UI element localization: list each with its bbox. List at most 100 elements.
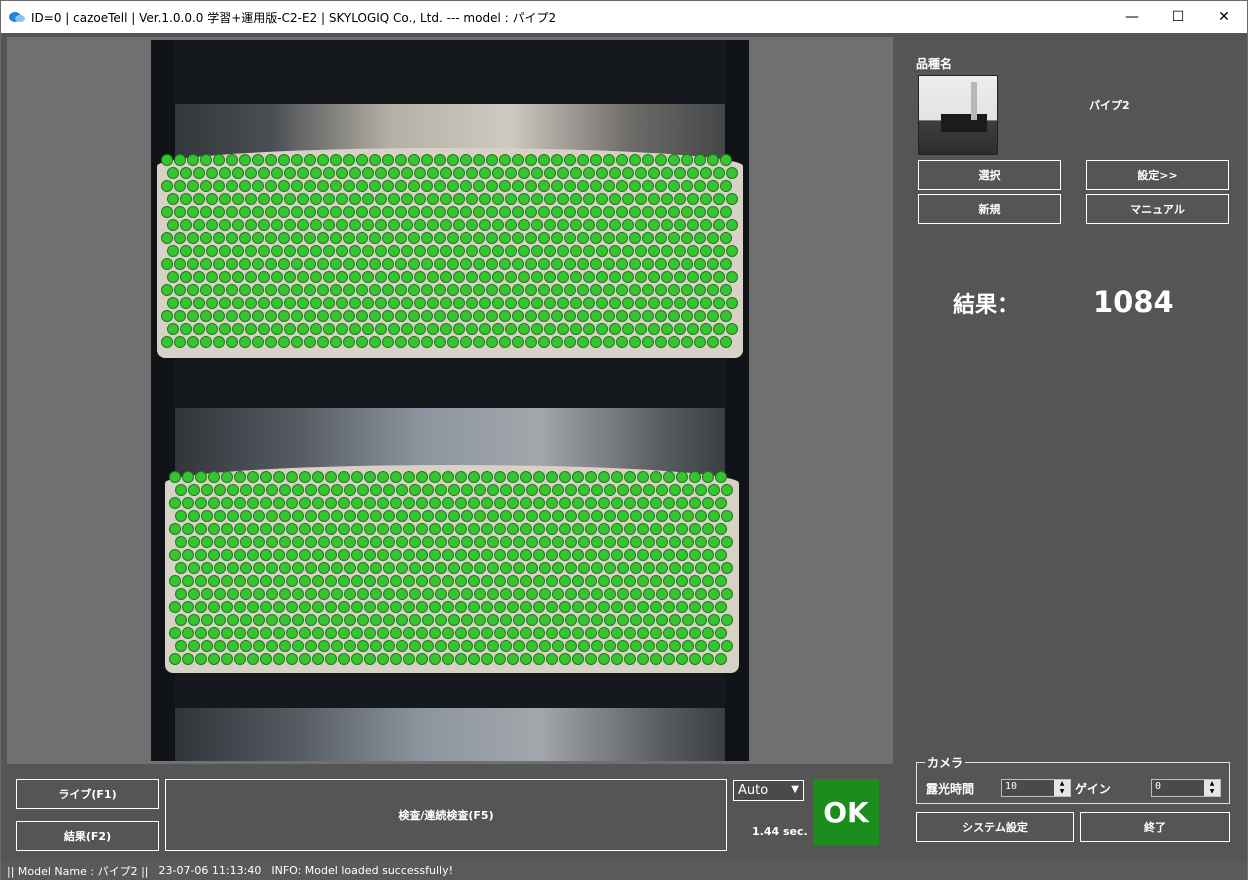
inspect-button[interactable]: 検査/連続検査(F5): [165, 779, 727, 851]
detection-marker: [590, 206, 602, 218]
detection-marker: [429, 471, 441, 483]
detection-marker: [421, 232, 433, 244]
detection-marker: [388, 219, 400, 231]
detection-marker: [208, 471, 220, 483]
detection-marker: [520, 471, 532, 483]
detection-marker: [265, 284, 277, 296]
select-button[interactable]: 選択: [918, 160, 1061, 190]
detection-marker: [460, 336, 472, 348]
detection-marker: [174, 206, 186, 218]
detection-marker: [681, 180, 693, 192]
spin-up-icon[interactable]: ▲: [1204, 780, 1220, 788]
new-button[interactable]: 新規: [918, 194, 1061, 224]
detection-marker: [591, 640, 603, 652]
detection-marker: [487, 484, 499, 496]
detection-marker: [538, 180, 550, 192]
detection-marker: [208, 575, 220, 587]
detection-marker: [674, 271, 686, 283]
detection-marker: [681, 154, 693, 166]
exit-button[interactable]: 終了: [1080, 812, 1230, 842]
detection-marker: [494, 601, 506, 613]
detection-marker: [442, 627, 454, 639]
detection-marker: [661, 167, 673, 179]
detection-marker: [552, 510, 564, 522]
mode-select[interactable]: Auto ▼: [733, 780, 804, 801]
detection-marker: [214, 510, 226, 522]
detection-marker: [533, 497, 545, 509]
detection-marker: [630, 562, 642, 574]
spin-down-icon[interactable]: ▼: [1054, 788, 1070, 796]
detection-marker: [427, 193, 439, 205]
detection-marker: [637, 575, 649, 587]
detection-marker: [609, 193, 621, 205]
detection-marker: [390, 575, 402, 587]
detection-marker: [466, 167, 478, 179]
detection-marker: [700, 271, 712, 283]
close-button[interactable]: ✕: [1201, 1, 1247, 33]
gain-stepper[interactable]: 0 ▲ ▼: [1151, 779, 1221, 797]
detection-marker: [182, 627, 194, 639]
gain-spin-arrows[interactable]: ▲ ▼: [1204, 780, 1220, 796]
detection-marker: [312, 575, 324, 587]
detection-marker: [551, 232, 563, 244]
detection-marker: [707, 284, 719, 296]
detection-marker: [557, 271, 569, 283]
detection-marker: [414, 193, 426, 205]
detection-marker: [525, 154, 537, 166]
detection-marker: [622, 297, 634, 309]
status-model: || Model Name : パイプ2 ||: [7, 864, 149, 878]
detection-marker: [187, 310, 199, 322]
detection-marker: [356, 232, 368, 244]
detection-marker: [388, 297, 400, 309]
detection-marker: [720, 154, 732, 166]
inspection-image[interactable]: [151, 40, 749, 761]
detection-marker: [700, 167, 712, 179]
detection-marker: [655, 284, 667, 296]
detection-marker: [388, 193, 400, 205]
detection-marker: [312, 627, 324, 639]
system-settings-button[interactable]: システム設定: [916, 812, 1074, 842]
detection-marker: [656, 536, 668, 548]
detection-marker: [390, 549, 402, 561]
detection-marker: [687, 271, 699, 283]
detection-marker: [622, 167, 634, 179]
detection-marker: [702, 575, 714, 587]
manual-button[interactable]: マニュアル: [1086, 194, 1229, 224]
spin-down-icon[interactable]: ▼: [1204, 788, 1220, 796]
detection-marker: [583, 323, 595, 335]
detection-marker: [565, 640, 577, 652]
detection-marker: [291, 206, 303, 218]
live-button[interactable]: ライブ(F1): [16, 779, 159, 809]
detection-marker: [512, 206, 524, 218]
detection-marker: [401, 297, 413, 309]
detection-marker: [325, 497, 337, 509]
detection-marker: [435, 536, 447, 548]
detection-marker: [273, 627, 285, 639]
spin-up-icon[interactable]: ▲: [1054, 780, 1070, 788]
detection-marker: [240, 510, 252, 522]
detection-marker: [442, 549, 454, 561]
chevron-down-icon[interactable]: ▼: [791, 784, 799, 795]
detection-marker: [565, 588, 577, 600]
detection-marker: [271, 271, 283, 283]
detection-marker: [720, 310, 732, 322]
detection-marker: [486, 232, 498, 244]
detection-marker: [655, 180, 667, 192]
detection-marker: [500, 614, 512, 626]
detection-marker: [455, 575, 467, 587]
detection-marker: [700, 297, 712, 309]
detection-marker: [330, 180, 342, 192]
detection-marker: [713, 271, 725, 283]
settings-button[interactable]: 設定>>: [1086, 160, 1229, 190]
result-button[interactable]: 結果(F2): [16, 821, 159, 851]
detection-marker: [715, 497, 727, 509]
exposure-stepper[interactable]: 10 ▲ ▼: [1001, 779, 1071, 797]
detection-marker: [702, 471, 714, 483]
maximize-button[interactable]: ☐: [1155, 1, 1201, 33]
exposure-spin-arrows[interactable]: ▲ ▼: [1054, 780, 1070, 796]
title-bar[interactable]: ID=0 | cazoeTell | Ver.1.0.0.0 学習+運用版-C2…: [1, 1, 1247, 33]
detection-marker: [201, 484, 213, 496]
minimize-button[interactable]: —: [1109, 1, 1155, 33]
detection-marker: [239, 336, 251, 348]
detection-marker: [570, 271, 582, 283]
